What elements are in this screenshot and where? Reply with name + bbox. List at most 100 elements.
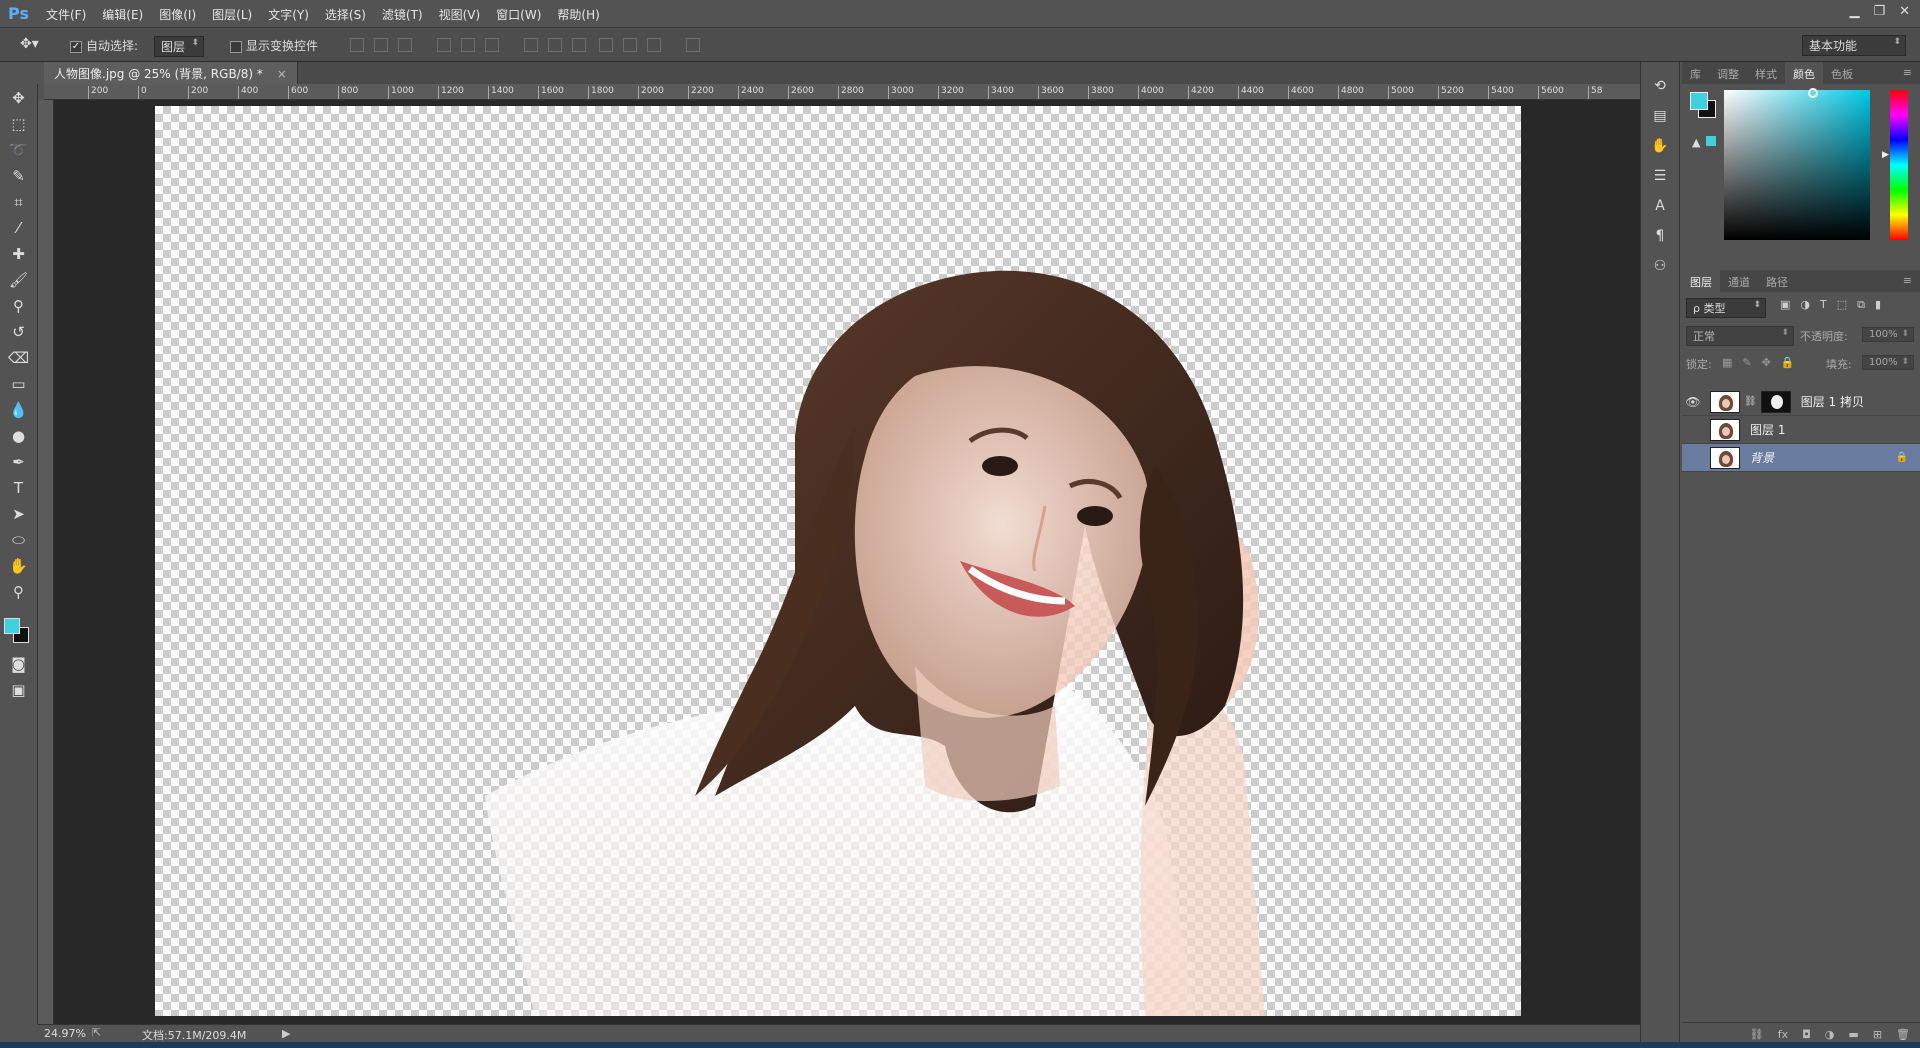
filter-smart-object-icon[interactable]: ⧉ xyxy=(1857,298,1865,312)
color-panel-tab[interactable]: 库 xyxy=(1682,62,1709,84)
auto-select-checkbox[interactable]: 自动选择: xyxy=(70,37,138,54)
filter-toggle-icon[interactable]: ▮ xyxy=(1875,298,1881,312)
close-tab-icon[interactable]: × xyxy=(277,67,287,81)
restore-icon[interactable]: ❐ xyxy=(1873,4,1885,19)
layers-panel-tab[interactable]: 图层 xyxy=(1682,270,1720,292)
adjustments-panel-icon[interactable]: ☰ xyxy=(1648,164,1672,188)
auto-select-dropdown[interactable]: 图层 xyxy=(154,36,205,57)
auto-align-icon[interactable] xyxy=(686,37,701,52)
color-fg-swatch[interactable] xyxy=(1690,92,1708,110)
move-tool-icon[interactable]: ✥▾ xyxy=(20,36,39,52)
layer-row[interactable]: 背景 🔒 xyxy=(1682,444,1920,472)
menu-item[interactable]: 视图(V) xyxy=(439,6,481,23)
ellipse-tool-icon[interactable]: ⬭ xyxy=(5,528,33,552)
layer-row[interactable]: 👁 ⛓ 图层 1 拷贝 xyxy=(1682,388,1920,416)
layer-filter-dropdown[interactable]: ρ 类型 xyxy=(1686,298,1766,318)
add-mask-icon[interactable]: ◘ xyxy=(1802,1028,1811,1041)
distribute-vcenter-icon[interactable] xyxy=(547,37,562,52)
opacity-input[interactable]: 100% xyxy=(1862,326,1914,342)
distribute-top-icon[interactable] xyxy=(523,37,538,52)
path-select-tool-icon[interactable]: ➤ xyxy=(5,502,33,526)
character-panel-icon[interactable]: A xyxy=(1648,194,1672,218)
move-tool-icon[interactable]: ✥ xyxy=(5,86,33,110)
color-panel-tab[interactable]: 色板 xyxy=(1823,62,1861,84)
menu-item[interactable]: 图层(L) xyxy=(212,6,252,23)
align-left-icon[interactable] xyxy=(350,37,364,52)
document-tab[interactable]: 人物图像.jpg @ 25% (背景, RGB/8) * × xyxy=(44,62,298,84)
menu-item[interactable]: 文件(F) xyxy=(46,6,86,23)
panel-menu-icon[interactable]: ≡ xyxy=(1895,62,1920,84)
brush-presets-icon[interactable]: ✋ xyxy=(1648,134,1672,158)
status-menu-arrow-icon[interactable]: ▶ xyxy=(282,1027,290,1040)
distribute-left-icon[interactable] xyxy=(599,37,614,52)
brush-tool-icon[interactable]: 🖌 xyxy=(5,268,33,292)
delete-layer-icon[interactable]: 🗑 xyxy=(1896,1028,1910,1041)
hue-slider[interactable] xyxy=(1890,90,1908,240)
align-top-icon[interactable] xyxy=(436,37,451,52)
zoom-tool-icon[interactable]: ⚲ xyxy=(5,580,33,604)
dodge-tool-icon[interactable]: ● xyxy=(5,424,33,448)
crop-tool-icon[interactable]: ⌗ xyxy=(5,190,33,214)
align-hcenter-icon[interactable] xyxy=(374,37,388,52)
new-layer-icon[interactable]: ⊞ xyxy=(1873,1028,1882,1041)
blend-mode-dropdown[interactable]: 正常 xyxy=(1686,326,1794,346)
paragraph-panel-icon[interactable]: ¶ xyxy=(1648,224,1672,248)
distribute-right-icon[interactable] xyxy=(647,37,662,52)
layers-panel-tab[interactable]: 通道 xyxy=(1720,270,1758,292)
layer-row[interactable]: 图层 1 xyxy=(1682,416,1920,444)
color-field[interactable] xyxy=(1724,88,1870,240)
hue-slider-arrow-icon[interactable]: ▶ xyxy=(1882,150,1889,160)
align-bottom-icon[interactable] xyxy=(484,37,499,52)
quick-select-tool-icon[interactable]: ✎ xyxy=(5,164,33,188)
filter-type-icon[interactable]: T xyxy=(1820,298,1827,312)
new-group-icon[interactable]: ▬ xyxy=(1848,1028,1858,1041)
lock-position-icon[interactable]: ✥ xyxy=(1762,356,1771,369)
fill-input[interactable]: 100% xyxy=(1862,354,1914,370)
zoom-level[interactable]: 24.97% xyxy=(44,1027,86,1040)
web-color-icon[interactable] xyxy=(1706,136,1716,146)
distribute-hcenter-icon[interactable] xyxy=(623,37,638,52)
menu-item[interactable]: 选择(S) xyxy=(325,6,366,23)
mask-link-icon[interactable]: ⛓ xyxy=(1744,396,1757,407)
clone-stamp-tool-icon[interactable]: ⚲ xyxy=(5,294,33,318)
close-icon[interactable]: ✕ xyxy=(1899,4,1910,19)
minimize-icon[interactable]: ▁ xyxy=(1849,4,1859,19)
healing-brush-tool-icon[interactable]: ✚ xyxy=(5,242,33,266)
menu-item[interactable]: 编辑(E) xyxy=(102,6,143,23)
screen-mode-icon[interactable]: ▣ xyxy=(5,678,33,702)
eyedropper-tool-icon[interactable]: ⁄ xyxy=(5,216,33,240)
document-canvas[interactable] xyxy=(155,106,1521,1016)
color-panel-tab[interactable]: 颜色 xyxy=(1785,62,1823,84)
type-tool-icon[interactable]: T xyxy=(5,476,33,500)
filter-pixel-icon[interactable]: ▣ xyxy=(1780,298,1790,312)
align-vcenter-icon[interactable] xyxy=(460,37,475,52)
blur-tool-icon[interactable]: 💧 xyxy=(5,398,33,422)
layer-style-icon[interactable]: fx xyxy=(1778,1028,1788,1041)
lock-transparent-icon[interactable]: ▦ xyxy=(1722,356,1732,369)
adjustment-layer-icon[interactable]: ◑ xyxy=(1825,1028,1835,1041)
lock-image-icon[interactable]: ✎ xyxy=(1742,356,1751,369)
menu-item[interactable]: 滤镜(T) xyxy=(382,6,423,23)
foreground-color-swatch[interactable] xyxy=(4,618,20,634)
hand-tool-icon[interactable]: ✋ xyxy=(5,554,33,578)
pen-tool-icon[interactable]: ✒ xyxy=(5,450,33,474)
link-layers-icon[interactable]: ⛓ xyxy=(1750,1028,1764,1041)
history-panel-icon[interactable]: ⟲ xyxy=(1648,74,1672,98)
filter-shape-icon[interactable]: ⬚ xyxy=(1837,298,1847,312)
lock-all-icon[interactable]: 🔒 xyxy=(1781,356,1795,369)
gradient-tool-icon[interactable]: ▭ xyxy=(5,372,33,396)
color-panel-tab[interactable]: 调整 xyxy=(1709,62,1747,84)
eraser-tool-icon[interactable]: ⌫ xyxy=(5,346,33,370)
layers-panel-tab[interactable]: 路径 xyxy=(1758,270,1796,292)
distribute-bottom-icon[interactable] xyxy=(571,37,586,52)
visibility-eye-icon[interactable]: 👁 xyxy=(1682,395,1704,409)
show-transform-checkbox[interactable]: 显示变换控件 xyxy=(230,37,318,54)
export-icon[interactable]: ⇱ xyxy=(92,1026,101,1039)
workspace-dropdown[interactable]: 基本功能 xyxy=(1802,35,1906,56)
align-right-icon[interactable] xyxy=(398,37,412,52)
lasso-tool-icon[interactable]: ➰ xyxy=(5,138,33,162)
marquee-tool-icon[interactable]: ⬚ xyxy=(5,112,33,136)
menu-item[interactable]: 帮助(H) xyxy=(557,6,599,23)
menu-item[interactable]: 文字(Y) xyxy=(268,6,309,23)
color-panel-tab[interactable]: 样式 xyxy=(1747,62,1785,84)
